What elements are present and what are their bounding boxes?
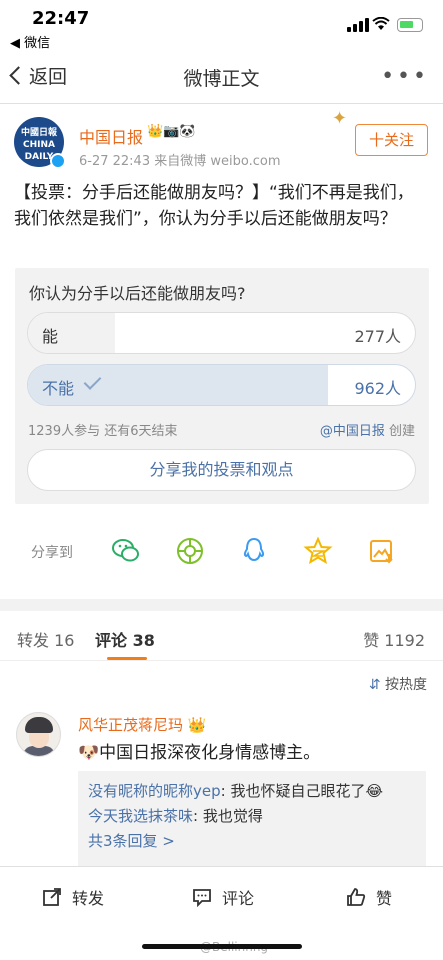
- reply-box[interactable]: 没有昵称的昵称yep: 我也怀疑自己眼花了😂 今天我选抹茶味: 我也觉得 共3条…: [78, 771, 426, 866]
- page-title: 微博正文: [183, 68, 260, 90]
- crown-icon: 👑: [187, 716, 207, 734]
- comment-icon: [193, 889, 211, 907]
- like-label: 赞: [376, 889, 393, 908]
- poll-option-label: 不能: [42, 379, 75, 398]
- poll-option-yes[interactable]: 能 277人: [27, 312, 416, 354]
- reply-text: : 我也觉得: [193, 807, 263, 825]
- poll-creator-link[interactable]: @中国日报: [320, 424, 385, 439]
- qq-icon[interactable]: [239, 536, 269, 566]
- commenter-avatar[interactable]: [16, 712, 61, 757]
- comment-text: 🐶中国日报深夜化身情感博主。: [78, 743, 321, 763]
- tab-likes[interactable]: 赞 1192: [363, 627, 425, 651]
- verified-icon: [50, 153, 66, 169]
- reply-text: : 我也怀疑自己眼花了😂: [220, 782, 383, 800]
- share-label: 分享到: [31, 545, 73, 561]
- poll-stats: 1239人参与 还有6天结束: [28, 424, 178, 439]
- author-avatar[interactable]: 中國日報 CHINA DAILY: [14, 117, 66, 169]
- like-button[interactable]: 赞: [346, 885, 392, 909]
- avatar-hair: [25, 717, 53, 733]
- signal-icon: [347, 18, 369, 32]
- author-name[interactable]: 中国日报: [79, 124, 143, 148]
- wifi-icon: [372, 16, 390, 35]
- active-tab-indicator: [107, 657, 147, 660]
- poll-question: 你认为分手以后还能做朋友吗?: [29, 284, 246, 303]
- more-replies-link[interactable]: 共3条回复 >: [88, 829, 416, 854]
- poll-card: 你认为分手以后还能做朋友吗? 能 277人 不能 962人 1239人参与 还有…: [15, 268, 429, 504]
- repost-button[interactable]: 转发: [42, 885, 104, 909]
- poll-option-count: 277人: [354, 327, 401, 346]
- thumbs-up-icon: [347, 888, 366, 906]
- status-bar: 22:47 ◀ 微信: [0, 0, 443, 51]
- repost-icon: [43, 888, 61, 906]
- sort-icon: ⇵: [368, 677, 385, 693]
- post-meta: 6-27 22:43 来自微博 weibo.com: [79, 154, 281, 169]
- poll-creator-suffix: 创建: [384, 424, 415, 439]
- comment-label: 评论: [222, 889, 255, 908]
- tab-repost[interactable]: 转发 16: [17, 627, 74, 651]
- poll-creator: @中国日报 创建: [320, 420, 415, 439]
- commenter-name[interactable]: 风华正茂蒋尼玛 👑: [78, 714, 206, 735]
- comment-tabs: 转发 16 评论 38 赞 1192: [0, 611, 443, 661]
- back-to-wechat[interactable]: ◀ 微信: [10, 32, 50, 51]
- reply-user[interactable]: 没有昵称的昵称yep: [88, 782, 221, 800]
- repost-label: 转发: [72, 889, 105, 908]
- battery-icon: [397, 18, 423, 32]
- home-indicator[interactable]: [142, 944, 302, 949]
- section-divider: [0, 599, 443, 611]
- china-daily-logo: 中國日報 CHINA DAILY: [14, 117, 66, 169]
- sort-label: 按热度: [385, 677, 427, 693]
- save-image-icon[interactable]: [367, 536, 397, 566]
- poll-option-fill: [28, 313, 115, 353]
- decoration-icon: ✦: [332, 108, 348, 129]
- poll-option-label: 能: [42, 327, 59, 346]
- poll-option-count: 962人: [354, 379, 401, 398]
- reply-item: 今天我选抹茶味: 我也觉得: [88, 804, 416, 829]
- poll-option-no[interactable]: 不能 962人: [27, 364, 416, 406]
- share-row: 分享到: [0, 532, 443, 572]
- reply-user[interactable]: 今天我选抹茶味: [88, 807, 193, 825]
- sort-by-hot-button[interactable]: ⇵ 按热度: [369, 674, 427, 694]
- share-vote-button[interactable]: 分享我的投票和观点: [27, 449, 416, 491]
- status-time: 22:47: [32, 8, 90, 29]
- tab-comments[interactable]: 评论 38: [95, 627, 155, 651]
- wechat-icon[interactable]: [111, 536, 141, 566]
- moments-icon[interactable]: [175, 536, 205, 566]
- nav-bar: 返回 微博正文 •••: [0, 50, 443, 104]
- more-button[interactable]: •••: [381, 64, 429, 89]
- qzone-star-icon[interactable]: [303, 536, 333, 566]
- reply-item: 没有昵称的昵称yep: 我也怀疑自己眼花了😂: [88, 779, 416, 804]
- follow-button[interactable]: 十关注: [355, 124, 428, 156]
- post-text: 【投票：分手后还能做朋友吗？】“我们不再是我们，我们依然是我们”，你认为分手以后…: [14, 183, 414, 229]
- comment-button[interactable]: 评论: [192, 885, 254, 909]
- author-badges-icon: 👑📷🐼: [147, 124, 196, 139]
